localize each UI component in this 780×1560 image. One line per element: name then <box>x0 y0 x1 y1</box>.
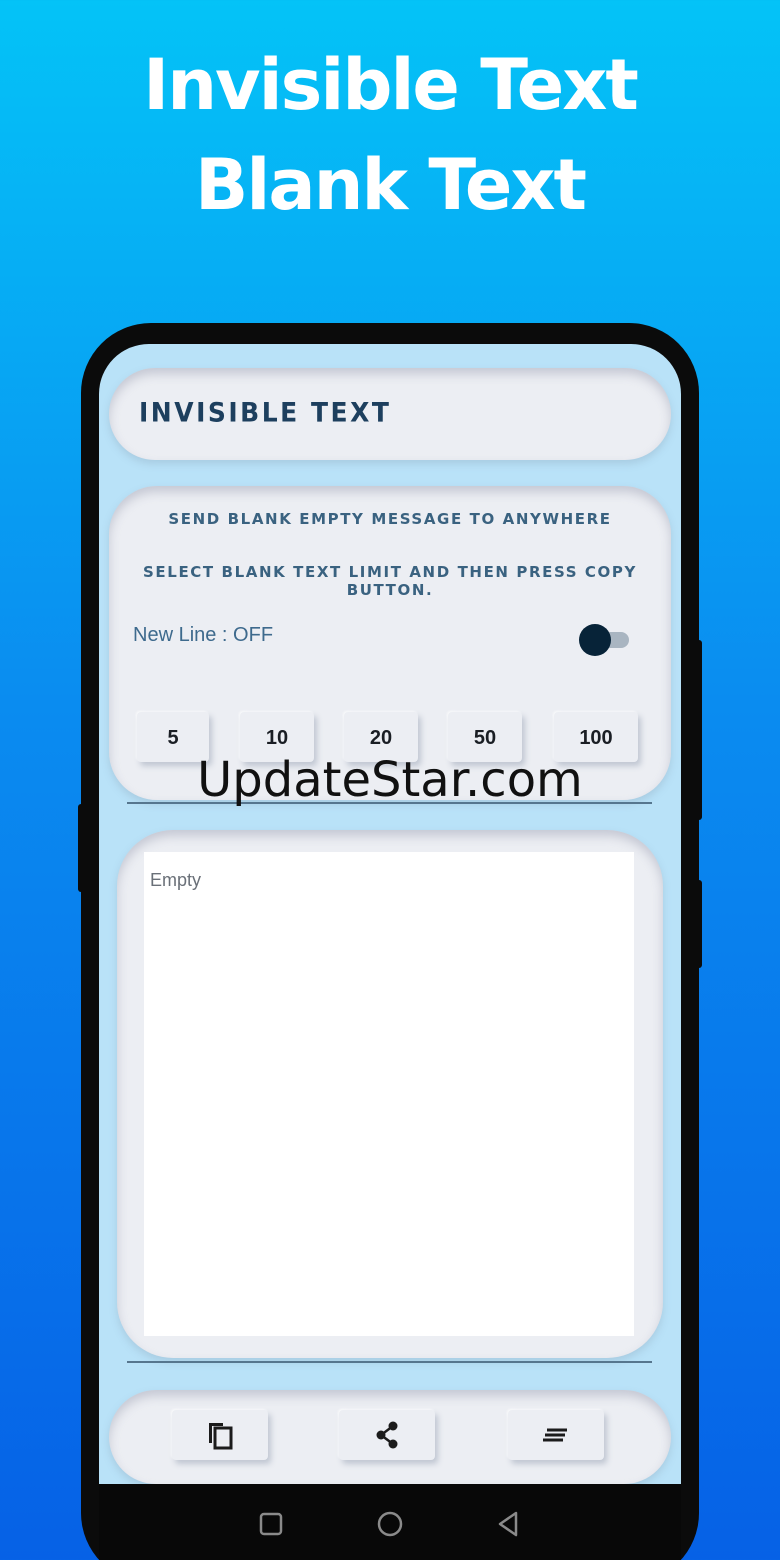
new-line-label: New Line : OFF <box>133 624 274 646</box>
divider <box>127 1361 652 1363</box>
output-textarea[interactable] <box>144 852 634 1336</box>
app-title: INVISIBLE TEXT <box>139 397 392 428</box>
promo-title-line-1: Invisible Text <box>143 44 639 126</box>
recents-button[interactable] <box>255 1508 287 1540</box>
toggle-thumb <box>579 624 611 656</box>
instruction-line-2: SELECT BLANK TEXT LIMIT AND THEN PRESS C… <box>143 563 637 599</box>
output-card <box>117 830 663 1358</box>
copy-button[interactable] <box>172 1410 268 1460</box>
clear-button[interactable] <box>508 1410 604 1460</box>
home-icon <box>377 1511 403 1537</box>
action-bar <box>109 1390 671 1484</box>
share-button[interactable] <box>339 1410 435 1460</box>
back-icon <box>498 1511 518 1537</box>
copy-icon <box>209 1423 233 1450</box>
share-icon <box>376 1421 398 1449</box>
back-button[interactable] <box>492 1508 524 1540</box>
instruction-line-1: SEND BLANK EMPTY MESSAGE TO ANYWHERE <box>168 510 612 528</box>
clear-format-icon <box>543 1428 567 1442</box>
new-line-toggle[interactable] <box>579 624 631 656</box>
promo-title-line-2: Blank Text <box>195 144 587 226</box>
home-button[interactable] <box>374 1508 406 1540</box>
watermark: UpdateStar.com <box>197 752 583 808</box>
app-header: INVISIBLE TEXT <box>109 368 671 460</box>
app-screen: INVISIBLE TEXT SEND BLANK EMPTY MESSAGE … <box>99 344 681 1560</box>
system-nav-bar <box>99 1484 681 1560</box>
recents-icon <box>259 1512 283 1536</box>
